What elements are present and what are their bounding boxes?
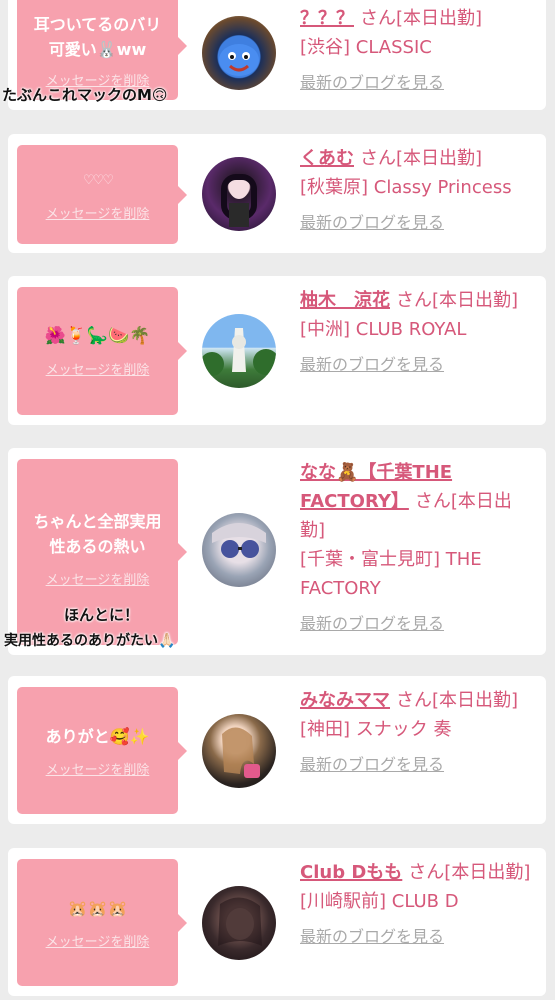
message-bubble: ありがと🥰✨ メッセージを削除: [17, 687, 187, 814]
girl-avatar-image: [221, 174, 257, 227]
delete-message-link[interactable]: メッセージを削除: [46, 203, 150, 222]
message-text: 耳ついてるのバリ可愛い🐰ww: [33, 14, 162, 59]
latest-blog-link[interactable]: 最新のブログを見る: [300, 208, 444, 237]
shop-name: [渋谷] CLASSIC: [300, 37, 432, 58]
glasses-avatar-image: [212, 523, 266, 558]
cast-info: 柚木 涼花 さん[本日出勤] [中洲] CLUB ROYAL 最新のブログを見る: [300, 286, 536, 379]
cast-name-link[interactable]: みなみママ: [300, 690, 390, 711]
latest-blog-link[interactable]: 最新のブログを見る: [300, 350, 444, 379]
message-card: 🐹🐹🐹 メッセージを削除 Club Dもも さん[本日出勤] [川崎駅前] CLU…: [8, 848, 546, 996]
avatar[interactable]: [202, 714, 276, 788]
avatar[interactable]: [202, 157, 276, 231]
message-text: ちゃんと全部実用性あるの熱い: [33, 512, 162, 556]
shop-name: [千葉・富士見町] THE FACTORY: [300, 549, 482, 599]
avatar[interactable]: [202, 314, 276, 388]
message-card: 🌺🍹🦕🍉🌴 メッセージを削除 柚木 涼花 さん[本日出勤] [中洲] CLUB R…: [8, 276, 546, 425]
annotation-text: 実用性あるのありがたい🙏🏻: [4, 633, 176, 649]
latest-blog-link[interactable]: 最新のブログを見る: [300, 68, 444, 97]
message-text: 🐹🐹🐹: [67, 898, 128, 918]
tower-avatar-image: [202, 328, 276, 376]
cast-info: ？？？ さん[本日出勤] [渋谷] CLASSIC 最新のブログを見る: [300, 4, 536, 97]
message-text: ありがと🥰✨: [45, 726, 150, 746]
message-bubble: ♡♡♡ メッセージを削除: [17, 145, 187, 244]
shop-name: [秋葉原] Classy Princess: [300, 177, 512, 198]
message-bubble: 🌺🍹🦕🍉🌴 メッセージを削除: [17, 287, 187, 415]
cast-info: くあむ さん[本日出勤] [秋葉原] Classy Princess 最新のブログ…: [300, 144, 536, 237]
shop-name: [神田] スナック 奏: [300, 719, 452, 740]
latest-blog-link[interactable]: 最新のブログを見る: [300, 609, 444, 638]
message-card: ありがと🥰✨ メッセージを削除 みなみママ さん[本日出勤] [神田] スナック …: [8, 676, 546, 824]
woman-avatar-image: [222, 727, 260, 778]
latest-blog-link[interactable]: 最新のブログを見る: [300, 750, 444, 779]
message-text: 🌺🍹🦕🍉🌴: [44, 326, 151, 346]
avatar[interactable]: [202, 513, 276, 587]
slime-avatar-image: [219, 44, 259, 76]
message-card: ♡♡♡ メッセージを削除 くあむ さん[本日出勤] [秋葉原] Classy Pr…: [8, 134, 546, 253]
avatar[interactable]: [202, 886, 276, 960]
annotation-text: ほんとに！: [64, 606, 140, 624]
cast-info: みなみママ さん[本日出勤] [神田] スナック 奏 最新のブログを見る: [300, 686, 536, 779]
shop-name: [川崎駅前] CLUB D: [300, 891, 459, 912]
attendance-status: さん[本日出勤]: [396, 690, 519, 711]
attendance-status: さん[本日出勤]: [408, 862, 531, 883]
latest-blog-link[interactable]: 最新のブログを見る: [300, 922, 444, 951]
delete-message-link[interactable]: メッセージを削除: [46, 931, 150, 950]
message-text: ♡♡♡: [83, 172, 114, 188]
delete-message-link[interactable]: メッセージを削除: [46, 569, 150, 588]
attendance-status: さん[本日出勤]: [360, 148, 483, 169]
attendance-status: さん[本日出勤]: [396, 290, 519, 311]
cast-name-link[interactable]: Club Dもも: [300, 862, 402, 883]
cast-name-link[interactable]: くあむ: [300, 148, 354, 169]
cast-info: Club Dもも さん[本日出勤] [川崎駅前] CLUB D 最新のブログを見る: [300, 858, 536, 951]
delete-message-link[interactable]: メッセージを削除: [46, 759, 150, 778]
annotation-text: たぶんこれマックのM🙃: [2, 86, 168, 104]
delete-message-link[interactable]: メッセージを削除: [46, 359, 150, 378]
avatar[interactable]: [202, 16, 276, 90]
cast-info: なな🧸【千葉THE FACTORY】 さん[本日出勤] [千葉・富士見町] THE…: [300, 458, 536, 638]
attendance-status: さん[本日出勤]: [360, 8, 483, 29]
cast-name-link[interactable]: 柚木 涼花: [300, 290, 390, 311]
shop-name: [中洲] CLUB ROYAL: [300, 319, 467, 340]
cast-name-link[interactable]: ？？？: [300, 8, 354, 29]
message-bubble: 🐹🐹🐹 メッセージを削除: [17, 859, 187, 986]
dark-portrait-avatar-image: [218, 897, 262, 946]
